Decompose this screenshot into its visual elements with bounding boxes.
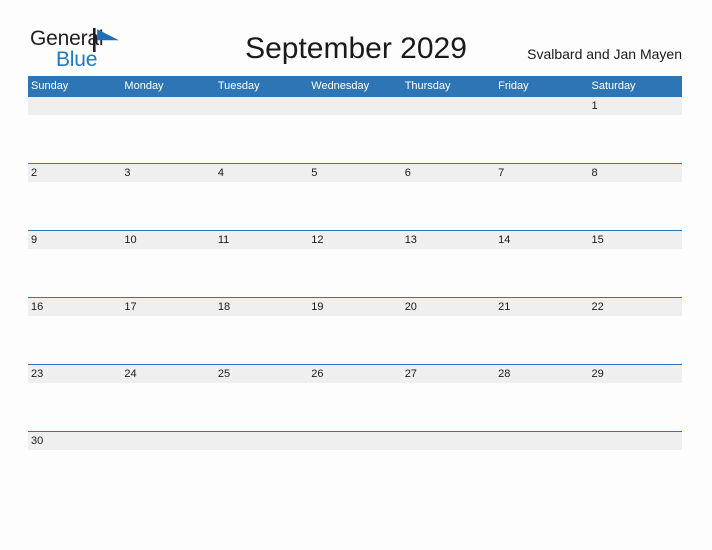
day-cell[interactable]: 15 [589, 231, 682, 249]
weekday-header-monday: Monday [124, 80, 164, 92]
day-cell[interactable]: 16 [28, 298, 121, 316]
day-cell[interactable] [308, 432, 401, 450]
day-cell[interactable] [589, 432, 682, 450]
day-cell[interactable]: 13 [402, 231, 495, 249]
week-row: 16 17 18 19 20 21 22 [28, 297, 682, 364]
day-cell[interactable]: 26 [308, 365, 401, 383]
weekday-header-sunday: Sunday [31, 80, 69, 92]
day-cell[interactable] [28, 97, 121, 115]
day-cell[interactable]: 27 [402, 365, 495, 383]
day-cell[interactable] [215, 97, 308, 115]
day-cell[interactable]: 18 [215, 298, 308, 316]
day-cell[interactable]: 19 [308, 298, 401, 316]
day-cell[interactable]: 1 [589, 97, 682, 115]
week-row: 30 [28, 431, 682, 498]
day-cell[interactable] [495, 432, 588, 450]
day-cell[interactable]: 11 [215, 231, 308, 249]
day-cell[interactable]: 17 [121, 298, 214, 316]
day-cell[interactable] [308, 97, 401, 115]
day-cell[interactable]: 4 [215, 164, 308, 182]
day-cell[interactable]: 22 [589, 298, 682, 316]
region-label: Svalbard and Jan Mayen [527, 46, 682, 62]
day-cell[interactable]: 7 [495, 164, 588, 182]
weekday-header-tuesday: Tuesday [217, 80, 260, 92]
day-cell[interactable]: 10 [121, 231, 214, 249]
weekday-header-thursday: Thursday [404, 80, 451, 92]
page-header: General Blue September 2029 Svalbard and… [0, 0, 712, 76]
day-cell[interactable] [402, 97, 495, 115]
day-cell[interactable]: 14 [495, 231, 588, 249]
day-cell[interactable] [495, 97, 588, 115]
day-cell[interactable]: 29 [589, 365, 682, 383]
day-cell[interactable]: 24 [121, 365, 214, 383]
weekday-header-saturday: Saturday [591, 80, 636, 92]
weekday-header-row: Sunday Monday Tuesday Wednesday Thursday… [28, 76, 682, 96]
day-cell[interactable]: 21 [495, 298, 588, 316]
day-cell[interactable] [215, 432, 308, 450]
week-row: 1 [28, 96, 682, 163]
day-cell[interactable] [121, 432, 214, 450]
week-row: 2 3 4 5 6 7 8 [28, 163, 682, 230]
day-cell[interactable]: 12 [308, 231, 401, 249]
day-cell[interactable]: 3 [121, 164, 214, 182]
week-row: 9 10 11 12 13 14 15 [28, 230, 682, 297]
day-cell[interactable]: 8 [589, 164, 682, 182]
day-cell[interactable]: 9 [28, 231, 121, 249]
day-cell[interactable]: 28 [495, 365, 588, 383]
weekday-header-friday: Friday [498, 80, 529, 92]
day-cell[interactable]: 2 [28, 164, 121, 182]
weekday-header-wednesday: Wednesday [311, 80, 370, 92]
day-cell[interactable] [402, 432, 495, 450]
day-cell[interactable]: 5 [308, 164, 401, 182]
day-cell[interactable]: 23 [28, 365, 121, 383]
calendar-table: Sunday Monday Tuesday Wednesday Thursday… [28, 76, 682, 498]
day-cell[interactable]: 25 [215, 365, 308, 383]
day-cell[interactable]: 6 [402, 164, 495, 182]
week-row: 23 24 25 26 27 28 29 [28, 364, 682, 431]
day-cell[interactable]: 30 [28, 432, 121, 450]
day-cell[interactable] [121, 97, 214, 115]
day-cell[interactable]: 20 [402, 298, 495, 316]
